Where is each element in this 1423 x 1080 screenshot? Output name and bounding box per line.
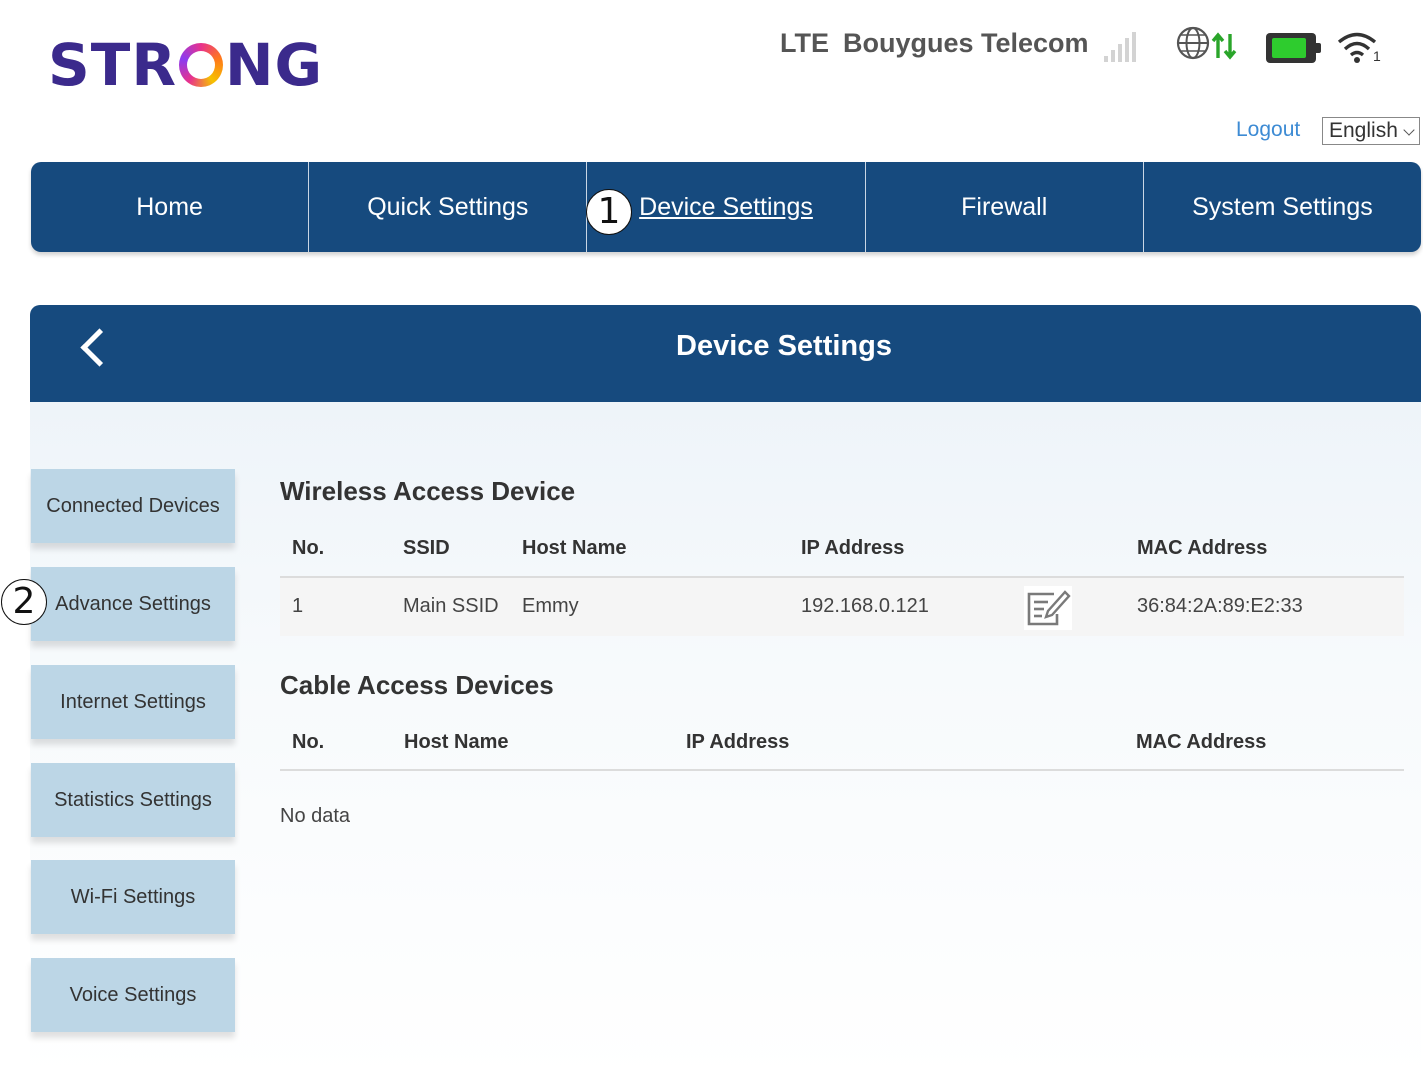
nav-firewall[interactable]: Firewall xyxy=(866,162,1144,252)
logout-link[interactable]: Logout xyxy=(1236,118,1300,142)
globe-data-icon xyxy=(1176,26,1237,60)
battery-icon xyxy=(1266,33,1321,63)
cable-col-ip: IP Address xyxy=(686,731,790,753)
cable-header-rule xyxy=(280,769,1404,771)
cable-no-data: No data xyxy=(280,805,351,827)
sidebar-wifi-settings[interactable]: Wi-Fi Settings xyxy=(31,860,235,934)
signal-icon xyxy=(1104,28,1144,62)
language-select[interactable]: English xyxy=(1322,117,1420,145)
language-value: English xyxy=(1329,119,1398,142)
cable-col-no: No. xyxy=(292,731,325,753)
callout-2: 2 xyxy=(1,579,47,625)
cable-col-mac: MAC Address xyxy=(1136,731,1267,753)
sidebar-internet-settings[interactable]: Internet Settings xyxy=(31,665,235,739)
wireless-col-no: No. xyxy=(292,537,325,559)
edit-icon[interactable] xyxy=(1024,586,1072,630)
chevron-down-icon xyxy=(1403,124,1415,136)
sidebar-advance-settings[interactable]: Advance Settings xyxy=(31,567,235,641)
main-nav: Home Quick Settings Device Settings Fire… xyxy=(31,162,1421,252)
wifi-client-count: 1 xyxy=(1373,48,1381,64)
wireless-col-ip: IP Address xyxy=(801,537,905,559)
sidebar-statistics-settings[interactable]: Statistics Settings xyxy=(31,763,235,837)
wireless-col-mac: MAC Address xyxy=(1137,537,1268,559)
panel-title: Device Settings xyxy=(676,330,892,362)
nav-system-settings[interactable]: System Settings xyxy=(1144,162,1421,252)
wireless-row-host: Emmy xyxy=(522,595,579,617)
strong-logo: STR NG xyxy=(48,30,323,100)
logo-text-start: STR xyxy=(48,31,177,99)
network-type: LTE xyxy=(780,28,829,58)
wireless-row-mac: 36:84:2A:89:E2:33 xyxy=(1137,595,1303,617)
sidebar-voice-settings[interactable]: Voice Settings xyxy=(31,958,235,1032)
operator-name: Bouygues Telecom xyxy=(843,28,1089,58)
wireless-section-title: Wireless Access Device xyxy=(280,476,576,506)
wireless-row-ip: 192.168.0.121 xyxy=(801,595,929,617)
wireless-col-ssid: SSID xyxy=(403,537,450,559)
wireless-col-host: Host Name xyxy=(522,537,627,559)
callout-1: 1 xyxy=(586,189,632,235)
cable-section-title: Cable Access Devices xyxy=(280,670,554,700)
wireless-row-ssid: Main SSID xyxy=(403,595,499,617)
logo-text-end: NG xyxy=(225,31,324,99)
sidebar-connected-devices[interactable]: Connected Devices xyxy=(31,469,235,543)
nav-quick-settings[interactable]: Quick Settings xyxy=(309,162,588,252)
nav-home[interactable]: Home xyxy=(31,162,310,252)
cable-col-host: Host Name xyxy=(404,731,509,753)
wireless-row-no: 1 xyxy=(292,595,304,617)
logo-o-ring xyxy=(179,43,223,87)
